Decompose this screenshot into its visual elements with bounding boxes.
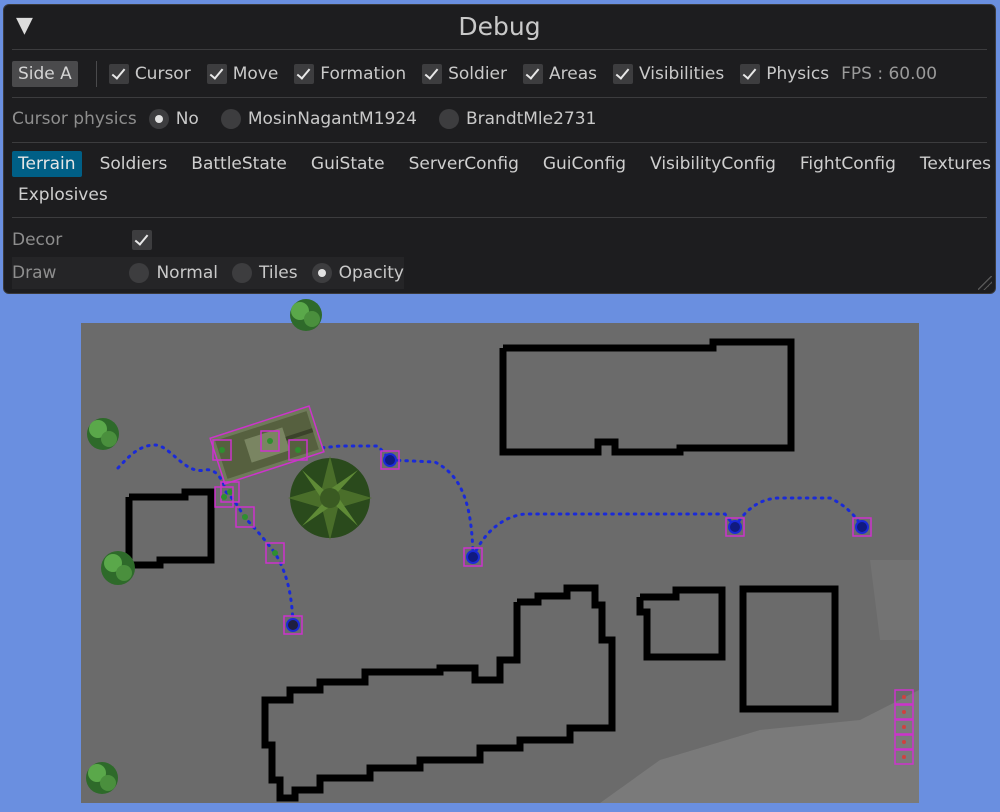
- tab-textures[interactable]: Textures: [914, 151, 997, 177]
- checkbox-icon[interactable]: [523, 64, 543, 84]
- window-title: Debug: [458, 12, 541, 41]
- radio-no[interactable]: No: [148, 109, 199, 129]
- radio-label: Opacity: [338, 263, 404, 283]
- radio-label: Normal: [156, 263, 218, 283]
- radio-label: MosinNagantM1924: [247, 109, 417, 129]
- divider: [12, 49, 987, 50]
- debug-title-bar[interactable]: ▼ Debug: [4, 5, 995, 49]
- vertical-divider: [95, 61, 97, 87]
- checkbox-icon[interactable]: [108, 64, 129, 84]
- radio-label: No: [175, 109, 199, 129]
- tab-battlestate[interactable]: BattleState: [185, 151, 293, 177]
- debug-window[interactable]: ▼ Debug Side A Cursor Move Formation Sol…: [3, 4, 996, 294]
- toggle-label: Areas: [549, 64, 597, 84]
- decor-row: Decor: [12, 224, 404, 256]
- tree-icon: [86, 762, 118, 794]
- fps-readout: FPS : 60.00: [841, 64, 938, 84]
- toggle-soldier[interactable]: Soldier: [422, 64, 507, 84]
- decor-label: Decor: [12, 230, 63, 250]
- checkbox-icon[interactable]: [294, 64, 315, 84]
- divider: [12, 217, 987, 218]
- radio-opacity[interactable]: Opacity: [311, 263, 404, 283]
- cursor-physics-row: Cursor physics No MosinNagantM1924 Brand…: [12, 105, 987, 133]
- radio-icon[interactable]: [220, 109, 241, 129]
- tab-guiconfig[interactable]: GuiConfig: [537, 151, 632, 177]
- radio-icon[interactable]: [148, 109, 169, 129]
- radio-normal[interactable]: Normal: [129, 263, 218, 283]
- side-a-button[interactable]: Side A: [12, 61, 78, 87]
- divider: [12, 97, 987, 98]
- draw-label: Draw: [12, 263, 57, 283]
- tab-explosives[interactable]: Explosives: [12, 182, 114, 208]
- radio-icon[interactable]: [311, 263, 332, 283]
- radio-icon[interactable]: [129, 263, 150, 283]
- radio-mosin[interactable]: MosinNagantM1924: [220, 109, 417, 129]
- radio-brandt[interactable]: BrandtMle2731: [438, 109, 597, 129]
- checkbox-icon[interactable]: [740, 64, 761, 84]
- tab-bar-wrap: Explosives: [12, 181, 987, 209]
- tree-icon: [290, 299, 322, 331]
- toggle-row: Side A Cursor Move Formation Soldier Are…: [12, 57, 987, 91]
- tab-guistate[interactable]: GuiState: [305, 151, 391, 177]
- toggle-label: Visibilities: [638, 64, 725, 84]
- cursor-physics-label: Cursor physics: [12, 109, 137, 129]
- checkbox-icon[interactable]: [422, 64, 443, 84]
- tab-bar: Terrain Soldiers BattleState GuiState Se…: [12, 150, 991, 178]
- toggle-label: Formation: [320, 64, 407, 84]
- draw-row: Draw Normal Tiles Opacity: [12, 257, 404, 289]
- toggle-label: Cursor: [134, 64, 191, 84]
- toggle-move[interactable]: Move: [206, 64, 279, 84]
- tab-visibilityconfig[interactable]: VisibilityConfig: [644, 151, 782, 177]
- radio-tiles[interactable]: Tiles: [231, 263, 298, 283]
- toggle-visibilities[interactable]: Visibilities: [612, 64, 725, 84]
- tab-serverconfig[interactable]: ServerConfig: [403, 151, 525, 177]
- decor-checkbox[interactable]: [132, 230, 152, 250]
- toggle-label: Move: [232, 64, 279, 84]
- radio-icon[interactable]: [438, 109, 459, 129]
- tab-soldiers[interactable]: Soldiers: [94, 151, 174, 177]
- resize-grip-icon[interactable]: [978, 276, 992, 290]
- toggle-areas[interactable]: Areas: [523, 64, 597, 84]
- toggle-cursor[interactable]: Cursor: [108, 64, 191, 84]
- radio-icon[interactable]: [231, 263, 252, 283]
- toggle-formation[interactable]: Formation: [294, 64, 406, 84]
- tree-icon: [87, 418, 119, 450]
- tab-terrain[interactable]: Terrain: [12, 151, 82, 177]
- checkbox-icon[interactable]: [612, 64, 633, 84]
- tree-icon: [101, 551, 135, 585]
- radio-label: Tiles: [258, 263, 298, 283]
- tab-fightconfig[interactable]: FightConfig: [794, 151, 902, 177]
- toggle-label: Physics: [766, 64, 830, 84]
- toggle-physics[interactable]: Physics: [740, 64, 829, 84]
- checkbox-icon[interactable]: [206, 64, 227, 84]
- toggle-label: Soldier: [448, 64, 507, 84]
- radio-label: BrandtMle2731: [465, 109, 597, 129]
- divider: [12, 142, 987, 143]
